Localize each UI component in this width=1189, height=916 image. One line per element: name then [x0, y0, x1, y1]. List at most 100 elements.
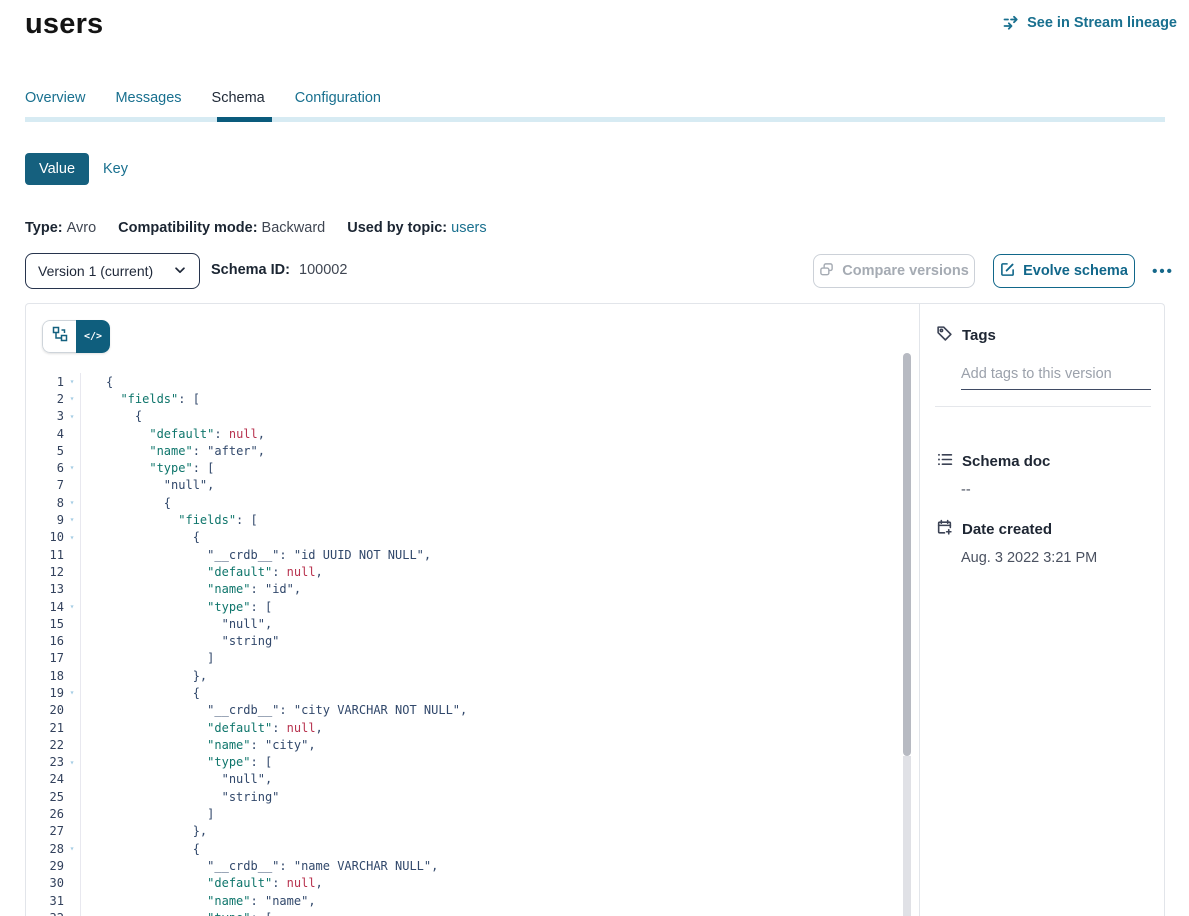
code-text: "type": [ [80, 754, 272, 771]
schema-meta-row: Type:Avro Compatibility mode:Backward Us… [25, 220, 487, 236]
version-dropdown[interactable]: Version 1 (current) [25, 253, 200, 289]
line-number: 28 [26, 842, 64, 856]
fold-arrow-icon[interactable]: ▾ [64, 511, 80, 528]
page-title: users [25, 8, 103, 41]
line-number: 4 [26, 427, 64, 441]
line-number: 8 [26, 496, 64, 510]
line-number: 9 [26, 513, 64, 527]
code-text: { [80, 529, 200, 546]
tab-bar-track [25, 117, 1165, 122]
value-toggle-button[interactable]: Value [25, 153, 89, 185]
line-number: 21 [26, 721, 64, 735]
line-number: 29 [26, 859, 64, 873]
fold-arrow-icon[interactable]: ▾ [64, 373, 80, 390]
tags-section: Tags [936, 325, 1150, 390]
line-number: 10 [26, 530, 64, 544]
sidebar-divider [935, 406, 1151, 407]
code-scrollbar-track[interactable] [903, 756, 911, 916]
tags-title: Tags [962, 327, 996, 344]
code-view-button[interactable]: </> [76, 320, 110, 353]
code-line: 22 "name": "city", [26, 736, 886, 753]
fold-arrow-icon[interactable]: ▾ [64, 529, 80, 546]
fold-arrow-icon[interactable]: ▾ [64, 408, 80, 425]
code-line: 11 "__crdb__": "id UUID NOT NULL", [26, 546, 886, 563]
fold-arrow-icon[interactable]: ▾ [64, 909, 80, 916]
code-text: ] [80, 650, 214, 667]
tab-messages[interactable]: Messages [115, 90, 181, 106]
code-line: 23▾ "type": [ [26, 754, 886, 771]
line-number: 12 [26, 565, 64, 579]
code-text: "type": [ [80, 909, 272, 916]
line-number: 17 [26, 651, 64, 665]
schema-id-label: Schema ID: [211, 262, 290, 278]
type-label: Type: [25, 220, 63, 236]
schema-sidebar: Tags Schema doc -- [920, 304, 1165, 916]
compatibility-label: Compatibility mode: [118, 220, 257, 236]
line-number: 7 [26, 478, 64, 492]
date-created-value: Aug. 3 2022 3:21 PM [961, 550, 1150, 566]
code-text: "null", [80, 615, 272, 632]
code-line: 21 "default": null, [26, 719, 886, 736]
used-by-topic-label: Used by topic: [347, 220, 447, 236]
code-line: 32▾ "type": [ [26, 909, 886, 916]
used-by-topic-field: Used by topic:users [347, 220, 486, 236]
fold-arrow-icon[interactable]: ▾ [64, 598, 80, 615]
tab-overview[interactable]: Overview [25, 90, 85, 106]
code-line: 16 "string" [26, 632, 886, 649]
code-text: "fields": [ [80, 511, 258, 528]
fold-arrow-icon[interactable]: ▾ [64, 390, 80, 407]
code-line: 18 }, [26, 667, 886, 684]
code-line: 8▾ { [26, 494, 886, 511]
more-options-button[interactable]: ••• [1146, 254, 1180, 288]
fold-arrow-icon[interactable]: ▾ [64, 840, 80, 857]
code-line: 17 ] [26, 650, 886, 667]
schema-id-field: Schema ID: 100002 [211, 262, 347, 278]
tab-schema[interactable]: Schema [212, 90, 265, 106]
code-text: }, [80, 667, 207, 684]
fold-arrow-icon[interactable]: ▾ [64, 754, 80, 771]
code-text: "fields": [ [80, 390, 200, 407]
code-text: "name": "after", [80, 442, 265, 459]
fold-arrow-icon[interactable]: ▾ [64, 459, 80, 476]
compare-versions-button[interactable]: Compare versions [813, 254, 975, 288]
code-text: "default": null, [80, 719, 323, 736]
tab-configuration[interactable]: Configuration [295, 90, 381, 106]
line-number: 23 [26, 755, 64, 769]
code-text: { [80, 494, 171, 511]
type-value: Avro [67, 220, 97, 236]
code-text: { [80, 684, 200, 701]
evolve-schema-button[interactable]: Evolve schema [993, 254, 1135, 288]
code-text: "name": "city", [80, 736, 316, 753]
date-created-section: Date created Aug. 3 2022 3:21 PM [936, 519, 1150, 566]
line-number: 5 [26, 444, 64, 458]
line-number: 6 [26, 461, 64, 475]
code-text: "type": [ [80, 459, 214, 476]
code-text: { [80, 408, 142, 425]
line-number: 15 [26, 617, 64, 631]
code-line: 3▾ { [26, 408, 886, 425]
see-in-stream-lineage-link[interactable]: See in Stream lineage [1003, 15, 1177, 31]
code-line: 14▾ "type": [ [26, 598, 886, 615]
fold-arrow-icon[interactable]: ▾ [64, 684, 80, 701]
code-line: 24 "null", [26, 771, 886, 788]
topic-link[interactable]: users [451, 220, 486, 236]
tree-view-button[interactable] [42, 320, 76, 353]
code-text: { [80, 840, 200, 857]
line-number: 26 [26, 807, 64, 821]
code-view-icon: </> [84, 331, 102, 342]
code-text: "string" [80, 632, 279, 649]
add-tags-input[interactable] [961, 366, 1151, 390]
code-scrollbar-thumb[interactable] [903, 353, 911, 756]
line-number: 22 [26, 738, 64, 752]
fold-arrow-icon[interactable]: ▾ [64, 494, 80, 511]
line-number: 32 [26, 911, 64, 916]
schema-page: users See in Stream lineage Overview Mess… [0, 0, 1189, 916]
key-toggle-link[interactable]: Key [103, 161, 128, 177]
code-text: "null", [80, 771, 272, 788]
code-text: "type": [ [80, 598, 272, 615]
tree-view-icon [52, 326, 68, 347]
code-text: "string" [80, 788, 279, 805]
code-line: 4 "default": null, [26, 425, 886, 442]
line-number: 14 [26, 600, 64, 614]
code-text: "default": null, [80, 425, 265, 442]
